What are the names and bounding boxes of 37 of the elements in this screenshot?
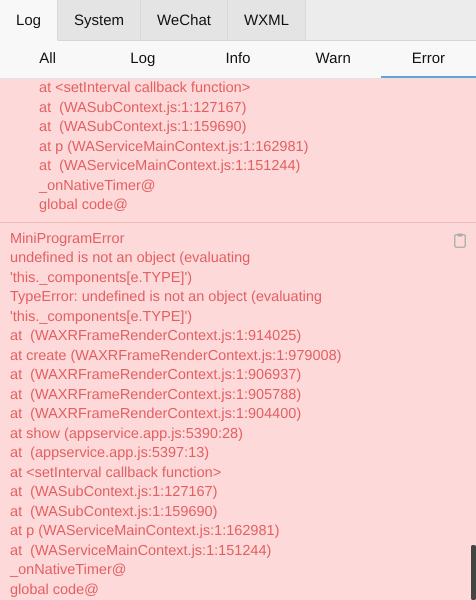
filter-tab[interactable]: All [0,41,96,78]
tab[interactable]: WeChat [141,0,228,42]
scrollbar[interactable] [471,545,476,600]
tab[interactable]: WXML [228,0,306,42]
tab[interactable]: System [58,0,142,42]
log-line: at (WAServiceMainContext.js:1:151244) [10,542,272,560]
log-line: undefined is not an object (evaluating [10,249,252,268]
log-line: at (WAXRFrameRenderContext.js:1:905788) [10,386,302,404]
filter-tab[interactable]: Info [190,41,286,78]
log-line: at p (WAServiceMainContext.js:1:162981) [39,138,310,156]
log-line: _onNativeTimer@ [10,561,128,580]
log-line: at (WASubContext.js:1:159690) [10,502,218,522]
log-line: global code@ [10,580,100,600]
log-line: MiniProgramError [10,230,126,248]
log-line: at (WAXRFrameRenderContext.js:1:904400) [10,405,302,424]
log-line: at show (appservice.app.js:5390:28) [10,424,244,444]
filter-tab[interactable]: Log [95,41,190,78]
log-line: global code@ [39,196,129,215]
log-line: at <setInterval callback function> [39,79,252,98]
log-line: at (WASubContext.js:1:127167) [10,483,218,502]
log-line: at (appservice.app.js:5397:13) [10,444,210,463]
log-line: _onNativeTimer@ [39,176,157,196]
clipboard-icon[interactable] [454,232,466,248]
log-line: 'this._components[e.TYPE]') [10,268,194,288]
log-line: at create (WAXRFrameRenderContext.js:1:979008) [10,346,342,366]
log-line: at (WAXRFrameRenderContext.js:1:914025) [10,327,302,346]
filter-tab[interactable]: Error [380,41,476,78]
log-line: at p (WAServiceMainContext.js:1:162981) [10,522,280,541]
log-line: at <setInterval callback function> [10,464,222,482]
tab[interactable]: Log [0,0,58,42]
log-line: 'this._components[e.TYPE]') [10,308,194,326]
filter-tab[interactable]: Warn [286,41,381,78]
log-line: TypeError: undefined is not an object (evaluating [10,288,323,307]
log-line: at (WAServiceMainContext.js:1:151244) [39,157,302,176]
log-line: at (WASubContext.js:1:127167) [39,98,248,118]
log-line: at (WASubContext.js:1:159690) [39,118,248,137]
log-line: at (WAXRFrameRenderContext.js:1:906937) [10,366,302,385]
